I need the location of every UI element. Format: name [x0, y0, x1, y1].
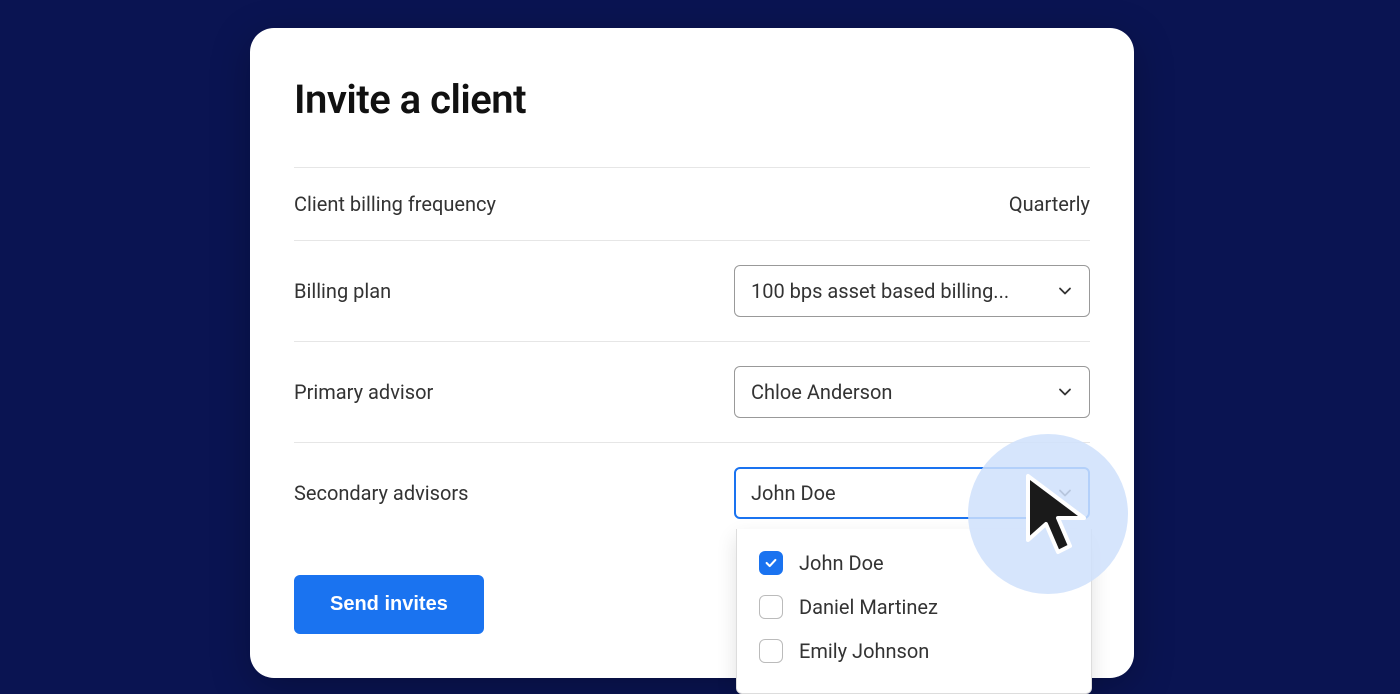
value-billing-frequency: Quarterly: [1009, 192, 1090, 216]
select-secondary-advisors[interactable]: John Doe John Doe Daniel Martinez: [734, 467, 1090, 519]
chevron-down-icon: [1057, 485, 1073, 501]
option-daniel-martinez[interactable]: Daniel Martinez: [737, 585, 1091, 629]
chevron-down-icon: [1057, 384, 1073, 400]
option-label: John Doe: [799, 551, 884, 575]
checkbox-icon: [759, 551, 783, 575]
select-billing-plan-value: 100 bps asset based billing...: [751, 279, 1009, 303]
label-billing-plan: Billing plan: [294, 279, 391, 303]
label-billing-frequency: Client billing frequency: [294, 192, 496, 216]
select-primary-advisor[interactable]: Chloe Anderson: [734, 366, 1090, 418]
checkbox-icon: [759, 595, 783, 619]
select-primary-advisor-value: Chloe Anderson: [751, 380, 892, 404]
label-secondary-advisors: Secondary advisors: [294, 481, 468, 505]
option-emily-johnson[interactable]: Emily Johnson: [737, 629, 1091, 673]
checkbox-icon: [759, 639, 783, 663]
dropdown-secondary-advisors: John Doe Daniel Martinez Emily Johnson: [736, 529, 1092, 694]
row-secondary-advisors: Secondary advisors John Doe John Doe Dan…: [294, 442, 1090, 543]
row-billing-frequency: Client billing frequency Quarterly: [294, 167, 1090, 240]
modal-title: Invite a client: [294, 76, 1090, 123]
option-john-doe[interactable]: John Doe: [737, 541, 1091, 585]
row-primary-advisor: Primary advisor Chloe Anderson: [294, 341, 1090, 442]
label-primary-advisor: Primary advisor: [294, 380, 433, 404]
send-invites-button[interactable]: Send invites: [294, 575, 484, 634]
select-secondary-advisors-value: John Doe: [751, 481, 836, 505]
row-billing-plan: Billing plan 100 bps asset based billing…: [294, 240, 1090, 341]
select-billing-plan[interactable]: 100 bps asset based billing...: [734, 265, 1090, 317]
invite-client-card: Invite a client Client billing frequency…: [250, 28, 1134, 678]
option-label: Emily Johnson: [799, 639, 929, 663]
option-label: Daniel Martinez: [799, 595, 938, 619]
chevron-down-icon: [1057, 283, 1073, 299]
